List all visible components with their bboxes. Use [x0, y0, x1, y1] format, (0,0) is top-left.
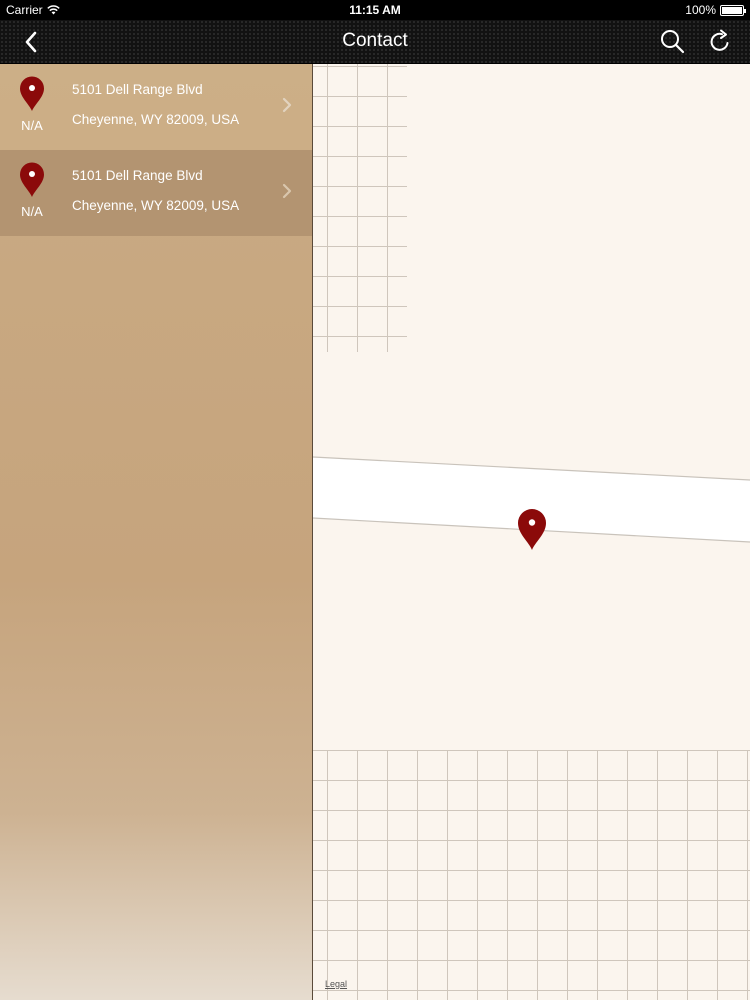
map-view[interactable]: Legal [313, 64, 750, 1000]
location-distance: N/A [21, 118, 43, 133]
page-title: Contact [342, 30, 408, 51]
location-address-line2: Cheyenne, WY 82009, USA [72, 112, 240, 127]
legal-link[interactable]: Legal [325, 979, 347, 989]
navigation-bar: Contact [0, 20, 750, 64]
battery-icon [720, 4, 746, 16]
map-street-grid [313, 750, 750, 1000]
location-address-line1: 5101 Dell Range Blvd [72, 82, 203, 97]
location-address-line1: 5101 Dell Range Blvd [72, 168, 203, 183]
location-distance: N/A [21, 204, 43, 219]
refresh-icon[interactable] [706, 27, 734, 55]
status-right: 100% [685, 3, 746, 17]
battery-percent: 100% [685, 3, 716, 17]
map-pin-icon [20, 162, 44, 197]
map-pin-icon[interactable] [517, 509, 547, 551]
status-time: 11:15 AM [349, 3, 401, 17]
status-bar: Carrier 11:15 AM 100% [0, 0, 750, 20]
location-address-line2: Cheyenne, WY 82009, USA [72, 198, 240, 213]
chevron-right-icon [282, 97, 292, 113]
search-icon[interactable] [658, 27, 686, 55]
location-list: N/A 5101 Dell Range Blvd Cheyenne, WY 82… [0, 64, 313, 1000]
location-list-item[interactable]: N/A 5101 Dell Range Blvd Cheyenne, WY 82… [0, 64, 312, 150]
location-list-item[interactable]: N/A 5101 Dell Range Blvd Cheyenne, WY 82… [0, 150, 312, 236]
map-pin-icon [20, 76, 44, 111]
chevron-right-icon [282, 183, 292, 199]
map-street-grid [313, 64, 407, 352]
